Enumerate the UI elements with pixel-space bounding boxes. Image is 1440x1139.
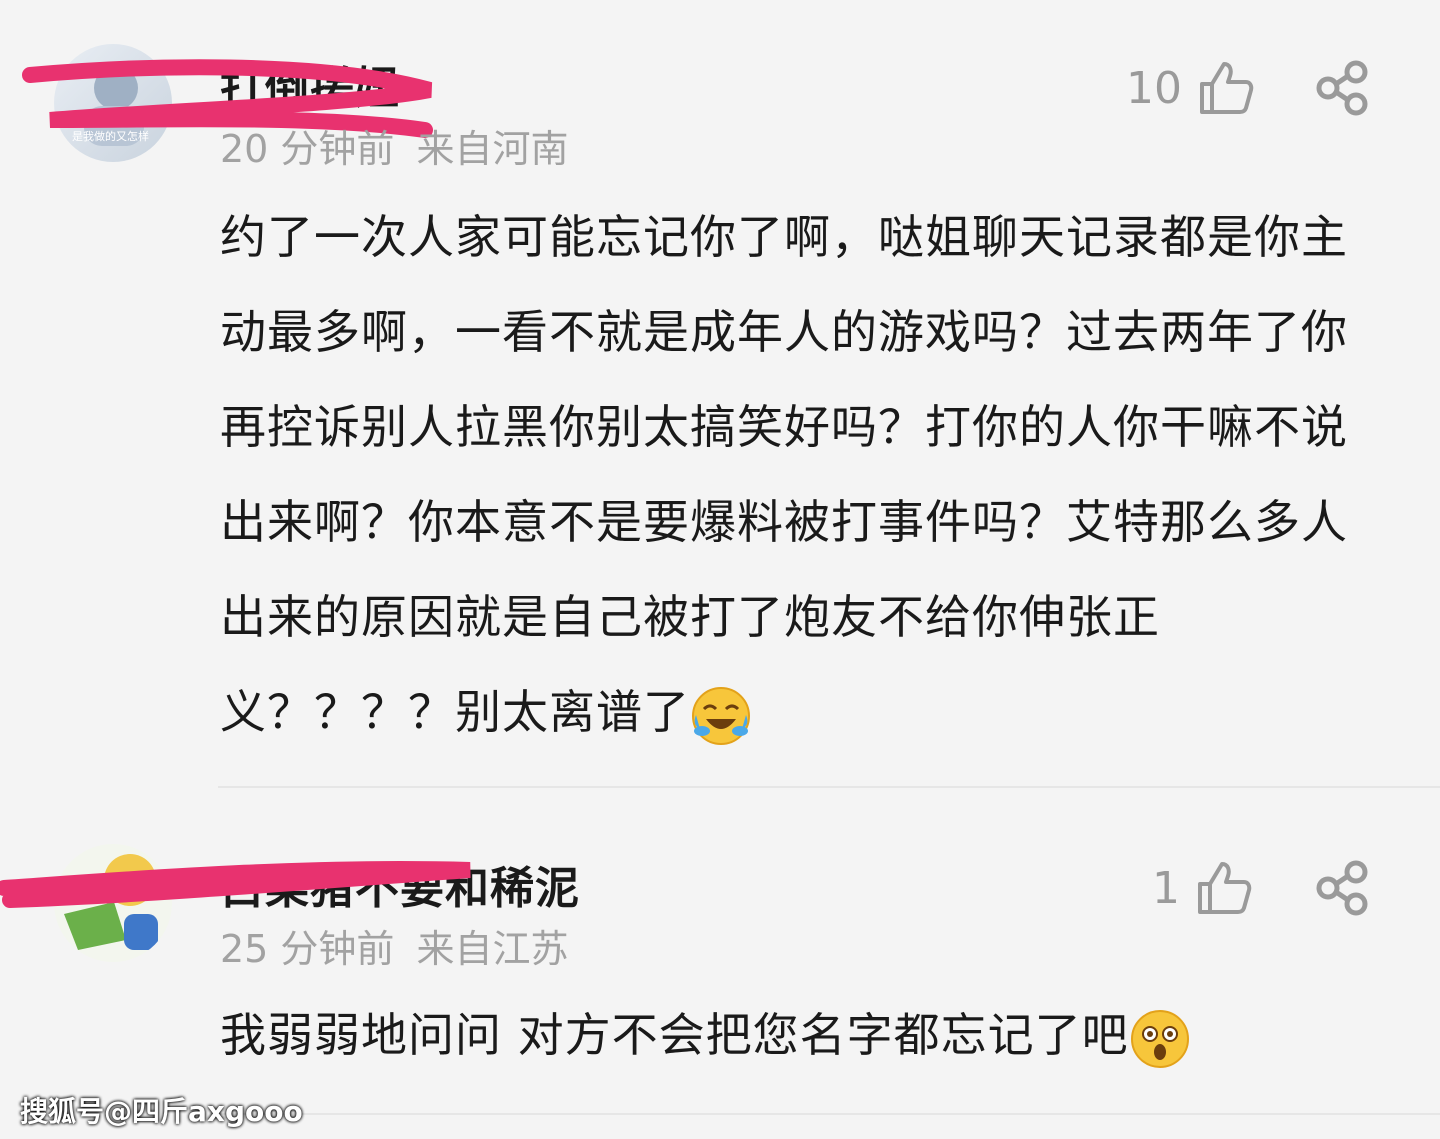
comment-location: 来自河南 — [416, 127, 569, 171]
divider — [218, 786, 1440, 788]
laughing-crying-emoji — [692, 686, 750, 745]
comment-item: 是我做的又怎样 打倒搓妞 20 分钟前 来自河南 10 约了一次人家可能忘记你了啊… — [0, 0, 1440, 790]
comment-location: 来自江苏 — [416, 927, 569, 971]
comment-text-content: 我弱弱地问问 对方不会把您名字都忘记了吧 — [220, 1008, 1129, 1062]
comment-text: 我弱弱地问问 对方不会把您名字都忘记了吧 — [220, 988, 1360, 1083]
comment-meta: 20 分钟前 来自河南 — [220, 118, 568, 173]
comment-text: 约了一次人家可能忘记你了啊，哒姐聊天记录都是你主动最多啊，一看不就是成年人的游戏… — [220, 190, 1360, 760]
comment-time: 25 分钟前 — [220, 927, 395, 971]
like-count: 10 — [1126, 62, 1182, 114]
comment-item: 白菜猪不要和稀泥 25 分钟前 来自江苏 1 我弱弱地问问 对方不会把您名字都忘记… — [0, 790, 1440, 1139]
username[interactable]: 打倒搓妞 — [220, 52, 400, 116]
watermark: 搜狐号@四斤axgooo — [20, 1095, 303, 1128]
avatar[interactable]: 是我做的又怎样 — [54, 44, 172, 162]
comment-time: 20 分钟前 — [220, 127, 395, 171]
comment-meta: 25 分钟前 来自江苏 — [220, 918, 568, 973]
like-count: 1 — [1152, 862, 1180, 914]
thumbs-up-icon — [1198, 862, 1252, 914]
avatar[interactable] — [54, 844, 172, 962]
avatar-caption: 是我做的又怎样 — [72, 130, 149, 143]
share-icon[interactable] — [1312, 858, 1372, 918]
shocked-emoji — [1130, 1009, 1189, 1068]
like-button[interactable]: 10 — [1126, 58, 1256, 118]
comment-text-content: 约了一次人家可能忘记你了啊，哒姐聊天记录都是你主动最多啊，一看不就是成年人的游戏… — [220, 210, 1348, 739]
username[interactable]: 白菜猪不要和稀泥 — [220, 852, 580, 916]
thumbs-up-icon — [1200, 62, 1254, 114]
share-icon[interactable] — [1312, 58, 1372, 118]
divider — [218, 1113, 1440, 1115]
like-button[interactable]: 1 — [1152, 858, 1254, 918]
avatar-image — [84, 66, 144, 146]
avatar-image — [64, 854, 158, 950]
